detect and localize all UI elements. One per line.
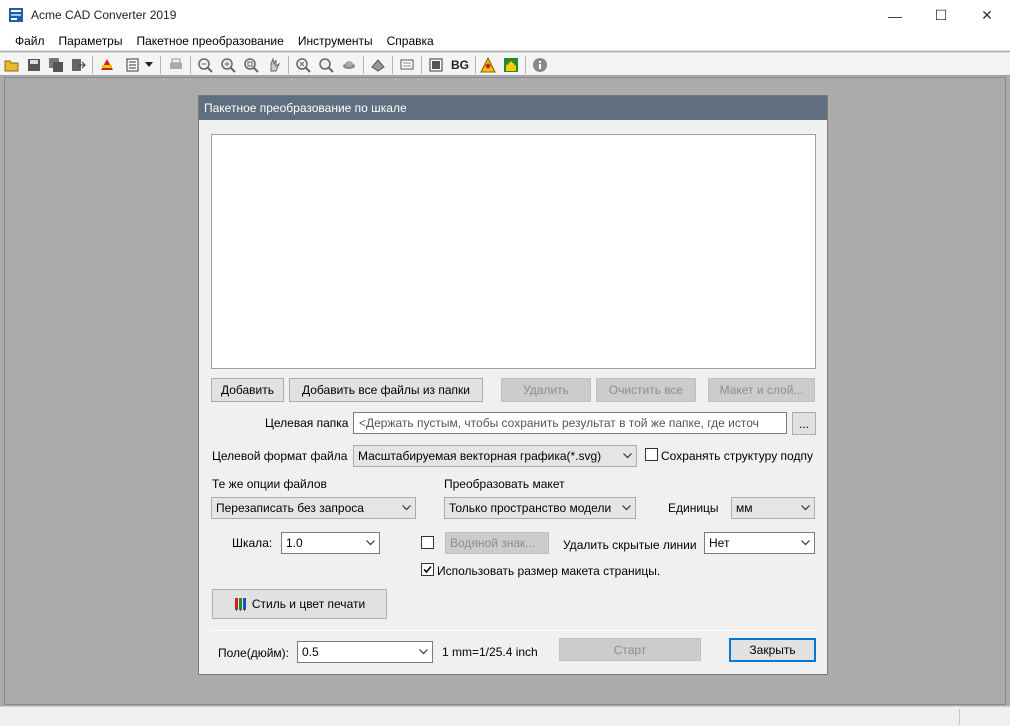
close-button[interactable]: Закрыть [729,638,816,662]
close-window-button[interactable]: ✕ [964,0,1010,31]
menu-batch-convert[interactable]: Пакетное преобразование [129,31,290,51]
convert-layout-value: Только пространство модели [449,501,612,515]
batch-scale-dialog: Пакетное преобразование по шкале Добавит… [198,95,828,675]
same-file-options-label: Те же опции файлов [212,477,327,491]
target-format-label: Целевой формат файла [212,449,348,463]
convert-pdf-icon[interactable] [97,55,117,75]
add-button[interactable]: Добавить [211,378,284,402]
menu-parameters[interactable]: Параметры [52,31,130,51]
use-page-size-label: Использовать размер макета страницы. [437,564,661,578]
remove-hidden-lines-label: Удалить скрытые линии [563,538,697,552]
scale-value: 1.0 [286,536,303,550]
same-file-options-select[interactable]: Перезаписать без запроса [211,497,416,519]
window-title: Acme CAD Converter 2019 [31,8,177,22]
margin-value: 0.5 [302,645,319,659]
open-folder-icon[interactable] [2,55,22,75]
convert-layout-select[interactable]: Только пространство модели [444,497,636,519]
start-button[interactable]: Старт [559,638,701,661]
print-icon[interactable] [166,55,186,75]
layout-icon[interactable] [397,55,417,75]
menu-file[interactable]: Файл [8,31,52,51]
scale-label: Шкала: [232,536,273,550]
dialog-title: Пакетное преобразование по шкале [199,96,827,120]
margin-label: Поле(дюйм): [218,646,289,660]
chevron-down-icon[interactable] [142,55,156,75]
minimize-button[interactable]: — [872,0,918,31]
title-bar: Acme CAD Converter 2019 — ☐ ✕ [0,0,1010,31]
menu-tools[interactable]: Инструменты [291,31,380,51]
zoom-out-icon[interactable] [195,55,215,75]
chevron-down-icon [801,540,810,546]
margin-select[interactable]: 0.5 [297,641,433,663]
zoom-extents-icon[interactable] [293,55,313,75]
convert-layout-label: Преобразовать макет [444,477,565,491]
layout-layers-button[interactable]: Макет и слой... [708,378,815,402]
file-list[interactable] [211,134,816,369]
print-style-label: Стиль и цвет печати [251,597,366,611]
menu-bar: Файл Параметры Пакетное преобразование И… [0,31,1010,51]
add-folder-button[interactable]: Добавить все файлы из папки [289,378,483,402]
chevron-down-icon [366,540,375,546]
checkmark-icon [423,565,432,574]
target-folder-input[interactable]: <Держать пустым, чтобы сохранить результ… [353,412,787,434]
watermark-button[interactable]: Водяной знак... [445,532,549,554]
zoom-window-icon[interactable] [241,55,261,75]
batch-convert-icon[interactable] [122,55,142,75]
same-file-options-value: Перезаписать без запроса [216,501,364,515]
view-3d-icon[interactable] [339,55,359,75]
chevron-down-icon [402,505,411,511]
save-icon[interactable] [24,55,44,75]
keep-structure-checkbox[interactable] [645,448,658,461]
maximize-button[interactable]: ☐ [918,0,964,31]
scale-select[interactable]: 1.0 [281,532,380,554]
layers-icon[interactable] [368,55,388,75]
export-icon[interactable] [68,55,88,75]
zoom-realtime-icon[interactable] [316,55,336,75]
toolbar: BG [0,52,1010,76]
info-icon[interactable] [530,55,550,75]
separator [211,630,816,631]
menu-help[interactable]: Справка [380,31,441,51]
chevron-down-icon [622,505,631,511]
keep-structure-label: Сохранять структуру подпу [661,449,813,463]
pens-icon [234,598,246,611]
units-select[interactable]: мм [731,497,815,519]
unit-ratio-text: 1 mm=1/25.4 inch [442,645,538,659]
app-icon [9,8,23,22]
save-all-icon[interactable] [46,55,66,75]
use-page-size-checkbox[interactable] [421,563,434,576]
units-value: мм [736,501,753,515]
bg-label: BG [451,58,469,72]
background-color-button[interactable]: BG [448,55,472,75]
zoom-in-icon[interactable] [218,55,238,75]
black-white-icon[interactable] [426,55,446,75]
clear-all-button[interactable]: Очистить все [596,378,696,402]
home-icon[interactable] [501,55,521,75]
status-cell-main [0,709,960,725]
print-style-button[interactable]: Стиль и цвет печати [212,589,387,619]
chevron-down-icon [801,505,810,511]
units-label: Единицы [668,501,719,515]
pan-icon[interactable] [264,55,284,75]
target-format-select[interactable]: Масштабируемая векторная графика(*.svg) [353,445,637,467]
status-bar [0,706,1010,726]
watermark-checkbox[interactable] [421,536,434,549]
remove-hidden-lines-select[interactable]: Нет [704,532,815,554]
target-format-value: Масштабируемая векторная графика(*.svg) [358,449,602,463]
chevron-down-icon [623,453,632,459]
target-folder-label: Целевая папка [265,416,349,430]
chevron-down-icon [419,649,428,655]
remove-hidden-lines-value: Нет [709,536,730,550]
warning-user-icon[interactable] [478,55,498,75]
browse-folder-button[interactable]: ... [792,412,816,435]
delete-button[interactable]: Удалить [501,378,591,402]
